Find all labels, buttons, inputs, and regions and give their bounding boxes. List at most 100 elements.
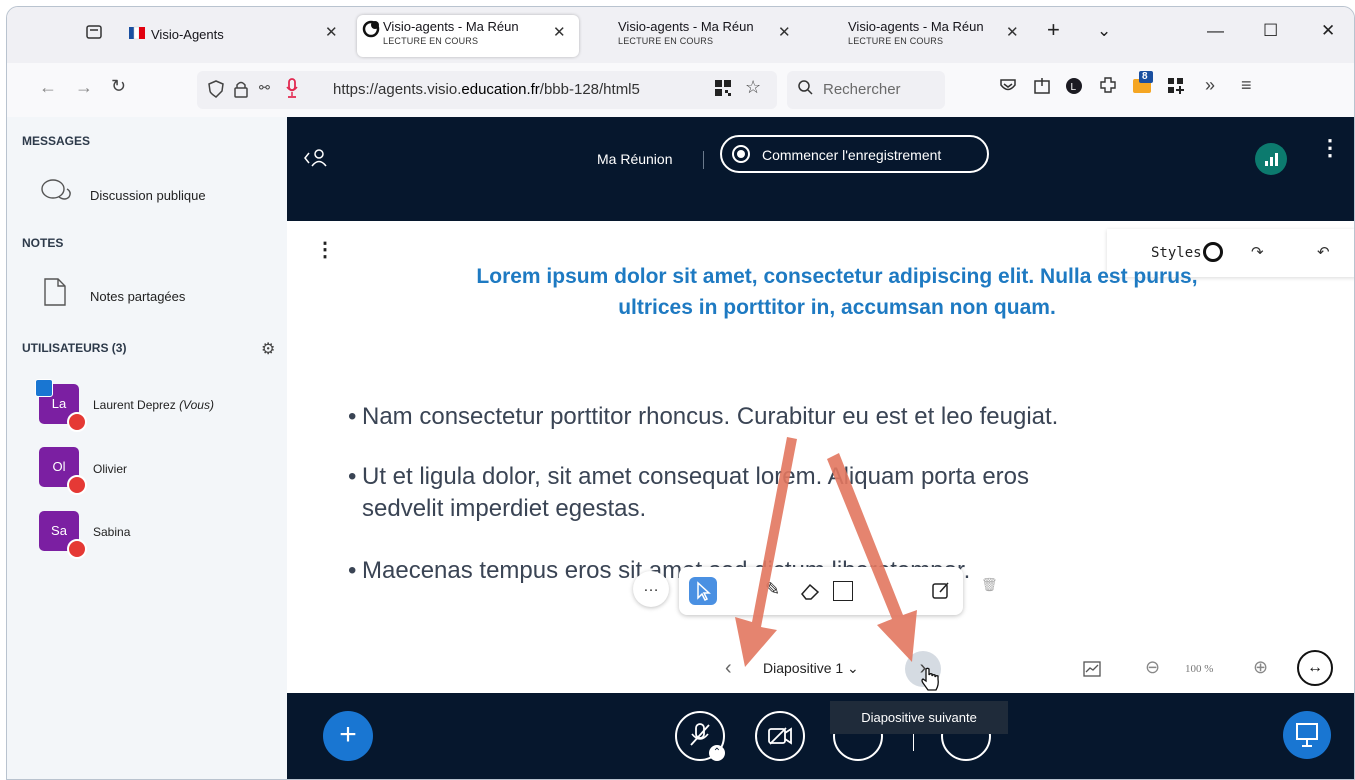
document-icon (43, 277, 67, 312)
shield-icon[interactable] (207, 79, 225, 104)
close-tab-icon[interactable]: ✕ (325, 23, 338, 41)
more-tools-button[interactable]: … (633, 571, 669, 607)
reload-icon[interactable]: ↻ (111, 76, 126, 97)
presentation-toggle-button[interactable] (1283, 711, 1331, 759)
tab-strip: Visio-Agents ✕ Visio-agents - Ma Réun LE… (7, 7, 1354, 63)
zoom-in-icon[interactable]: ⊕ (1253, 657, 1268, 678)
close-tab-icon[interactable]: ✕ (778, 23, 791, 41)
downloads-icon[interactable] (1033, 77, 1051, 100)
zoom-out-icon[interactable]: ⊖ (1145, 657, 1160, 678)
rectangle-tool-icon[interactable] (833, 581, 853, 601)
styles-label[interactable]: Styles (1151, 245, 1202, 261)
tab-list-chevron-icon[interactable]: ⌄ (1097, 21, 1111, 41)
tab-title: Visio-agents - Ma Réun (848, 19, 984, 34)
next-slide-tooltip: Diapositive suivante (830, 701, 1008, 734)
gear-icon[interactable]: ⚙ (261, 339, 275, 359)
url-text: https://agents.visio.education.fr/bbb-12… (333, 81, 640, 98)
audio-settings-chevron-icon[interactable]: ⌃ (709, 745, 725, 761)
chat-bubbles-icon (39, 177, 73, 212)
forward-icon[interactable]: → (75, 77, 93, 98)
maximize-icon[interactable]: ☐ (1263, 21, 1278, 41)
previous-slide-icon[interactable]: ‹ (725, 657, 732, 680)
pocket-icon[interactable] (999, 77, 1017, 100)
slide-title: Lorem ipsum dolor sit amet, consectetur … (476, 265, 1198, 319)
chart-icon[interactable] (1083, 661, 1101, 682)
tab-meeting-active[interactable]: Visio-agents - Ma Réun LECTURE EN COURS … (357, 15, 579, 57)
meeting-name: Ma Réunion (597, 151, 673, 167)
bookmark-star-icon[interactable]: ☆ (745, 77, 761, 98)
sidebar: MESSAGES Discussion publique NOTES Notes… (7, 117, 288, 779)
slide-selector[interactable]: Diapositive 1 ⌄ (763, 660, 859, 677)
microphone-active-icon[interactable] (285, 77, 299, 104)
undo-icon[interactable]: ↶ (1317, 243, 1330, 261)
minimize-icon[interactable]: — (1207, 21, 1224, 41)
record-icon (732, 145, 750, 163)
overflow-chevrons-icon[interactable]: » (1205, 75, 1215, 96)
toggle-userlist-icon[interactable] (303, 147, 329, 174)
fit-width-icon[interactable]: ↔ (1297, 650, 1333, 686)
mic-muted-badge-icon (67, 412, 87, 432)
trash-tool-icon[interactable]: 🗑 (981, 577, 998, 593)
search-placeholder: Rechercher (823, 81, 901, 98)
style-circle-icon[interactable] (1203, 242, 1223, 262)
address-bar[interactable]: ⚯ https://agents.visio.education.fr/bbb-… (197, 71, 777, 109)
permissions-icon[interactable]: ⚯ (259, 80, 270, 96)
tab-visio-agents[interactable]: Visio-Agents ✕ (125, 15, 349, 57)
extension-badge-count: 8 (1142, 71, 1148, 82)
user-name[interactable]: Olivier (93, 462, 127, 476)
public-chat-link[interactable]: Discussion publique (90, 188, 206, 203)
tab-meeting-2[interactable]: Visio-agents - Ma Réun LECTURE EN COURS … (592, 15, 814, 57)
tab-title: Visio-agents - Ma Réun (618, 19, 754, 34)
tab-title: Visio-Agents (151, 27, 224, 42)
pencil-tool-icon[interactable]: ✎ (765, 579, 780, 600)
tab-title: Visio-agents - Ma Réun (383, 19, 519, 34)
nav-bar: ← → ↻ ⚯ https://agents.visio.education.f… (7, 63, 1354, 117)
search-bar[interactable]: Rechercher (787, 71, 945, 109)
user-name[interactable]: Sabina (93, 525, 130, 539)
note-tool-icon[interactable] (931, 580, 951, 605)
divider (703, 151, 704, 169)
tab-subtitle: LECTURE EN COURS (618, 36, 714, 46)
extensions-icon[interactable] (1099, 76, 1117, 101)
action-bar: + ⌃ (287, 693, 1354, 779)
lock-icon[interactable] (233, 79, 249, 104)
user-name[interactable]: Laurent Deprez (Vous) (93, 398, 214, 412)
start-recording-button[interactable]: Commencer l'enregistrement (720, 135, 989, 173)
app-menu-icon[interactable]: ≡ (1241, 75, 1252, 96)
tab-overview-icon[interactable] (85, 23, 103, 46)
shared-notes-link[interactable]: Notes partagées (90, 289, 185, 304)
zoom-level: 100 % (1185, 663, 1214, 675)
add-actions-button[interactable]: + (323, 711, 373, 761)
redo-icon[interactable]: ↷ (1251, 243, 1264, 261)
connection-status-icon[interactable] (1255, 143, 1287, 175)
meeting-topbar: Ma Réunion Commencer l'enregistrement ⋮ (287, 117, 1354, 221)
notes-header: NOTES (22, 236, 64, 250)
close-tab-icon[interactable]: ✕ (1006, 23, 1019, 41)
close-window-icon[interactable]: ✕ (1321, 21, 1335, 41)
users-header: UTILISATEURS (3) (22, 341, 127, 355)
messages-header: MESSAGES (22, 134, 91, 148)
new-tab-icon[interactable]: + (1047, 17, 1060, 43)
you-suffix: (Vous) (179, 398, 214, 412)
toggle-camera-button[interactable] (755, 711, 805, 761)
mic-muted-badge-icon (67, 475, 87, 495)
mute-microphone-button[interactable]: ⌃ (675, 711, 725, 761)
options-menu-icon[interactable]: ⋮ (1319, 137, 1341, 159)
account-icon[interactable]: L (1065, 77, 1083, 100)
close-tab-icon[interactable]: ✕ (553, 23, 566, 41)
eraser-tool-icon[interactable] (799, 581, 821, 606)
tab-meeting-3[interactable]: Visio-agents - Ma Réun LECTURE EN COURS … (822, 15, 1044, 57)
extension-badge-icon[interactable]: 8 (1131, 71, 1155, 102)
search-icon (797, 79, 813, 102)
tab-subtitle: LECTURE EN COURS (848, 36, 944, 46)
slide-bullet: • Ut et ligula dolor, sit amet consequat … (348, 463, 1030, 522)
slide-bullet: • Nam consectetur porttitor rhoncus. Cura… (348, 403, 1059, 430)
back-icon[interactable]: ← (39, 77, 57, 98)
tab-subtitle: LECTURE EN COURS (383, 36, 479, 46)
slide-controls: ‹ Diapositive 1 ⌄ › ⊖ 100 % ⊕ ↔ (287, 645, 1354, 693)
meeting-main: Ma Réunion Commencer l'enregistrement ⋮ … (287, 117, 1354, 779)
select-tool-icon[interactable] (689, 577, 717, 605)
qr-code-icon[interactable] (715, 80, 731, 101)
grid-extension-icon[interactable] (1167, 77, 1185, 100)
presentation-options-icon[interactable]: ⋮ (315, 237, 335, 262)
